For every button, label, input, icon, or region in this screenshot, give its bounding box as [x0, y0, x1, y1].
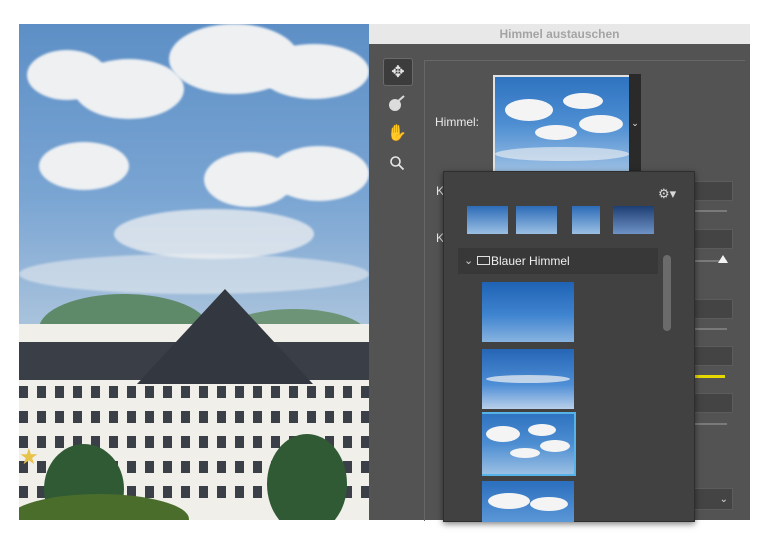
sky-preset-popup: ⚙▾ ⌄ Blauer Himmel	[443, 171, 695, 522]
cloud	[488, 493, 530, 509]
star-decoration: ★	[19, 444, 39, 469]
window-row	[19, 411, 369, 423]
color-slider-track[interactable]	[691, 375, 725, 378]
value-field[interactable]	[691, 393, 733, 413]
cloud	[505, 99, 553, 121]
value-field[interactable]	[691, 229, 733, 249]
scrollbar[interactable]	[663, 255, 671, 331]
cloud	[39, 142, 129, 190]
panel-title: Himmel austauschen	[499, 27, 620, 41]
value-field[interactable]	[691, 346, 733, 366]
cloud	[486, 426, 520, 442]
recent-sky-thumbnail[interactable]	[613, 206, 654, 234]
sky-preset[interactable]	[482, 282, 574, 342]
cloud	[563, 93, 603, 109]
slider-thumb[interactable]	[718, 255, 728, 263]
sky-dropdown-arrow[interactable]: ⌄	[629, 74, 641, 172]
hotel-gable	[137, 289, 313, 384]
slider-track[interactable]	[691, 423, 727, 425]
slider-track[interactable]	[691, 210, 727, 212]
recent-skies	[467, 206, 657, 238]
title-bar: Himmel austauschen	[369, 24, 750, 44]
value-field[interactable]	[691, 181, 733, 201]
sky-preset[interactable]	[482, 481, 574, 522]
tool-column: ✥ ✋	[383, 58, 413, 180]
cloud	[74, 59, 184, 119]
recent-sky-thumbnail[interactable]	[572, 206, 600, 234]
gear-icon[interactable]: ⚙▾	[658, 186, 676, 202]
cloud	[535, 125, 577, 140]
photo-canvas[interactable]: ★	[19, 24, 369, 520]
preset-list	[482, 282, 576, 522]
chevron-down-icon[interactable]: ⌄	[464, 254, 473, 267]
hand-icon[interactable]: ✋	[383, 120, 411, 146]
cloud	[269, 146, 369, 201]
cloud	[486, 375, 570, 383]
sky-preset[interactable]	[482, 349, 574, 409]
value-field[interactable]	[691, 299, 733, 319]
folder-icon	[477, 256, 490, 265]
cloud	[530, 497, 568, 511]
cloud	[540, 440, 570, 452]
recent-sky-thumbnail[interactable]	[467, 206, 508, 234]
cloud	[495, 147, 629, 161]
sky-label: Himmel:	[435, 115, 479, 129]
cloud	[259, 44, 369, 99]
move-icon[interactable]: ✥	[383, 58, 413, 86]
sky-replacement-panel: Himmel austauschen ✥ ✋ Himmel: ⌄ K K ⌄ ⚙…	[369, 24, 750, 522]
window-row	[19, 386, 369, 398]
brush-icon[interactable]	[383, 90, 411, 116]
zoom-icon[interactable]	[383, 150, 411, 176]
slider-track[interactable]	[691, 328, 727, 330]
cloud	[114, 209, 314, 259]
cloud	[528, 424, 556, 436]
sky-preset-selected[interactable]	[482, 412, 576, 476]
folder-label: Blauer Himmel	[491, 254, 570, 268]
cloud	[579, 115, 623, 133]
dropdown[interactable]: ⌄	[691, 488, 733, 510]
cloud	[510, 448, 540, 458]
sky-preview-thumbnail[interactable]	[493, 75, 631, 173]
recent-sky-thumbnail[interactable]	[516, 206, 557, 234]
cloud	[19, 254, 369, 294]
